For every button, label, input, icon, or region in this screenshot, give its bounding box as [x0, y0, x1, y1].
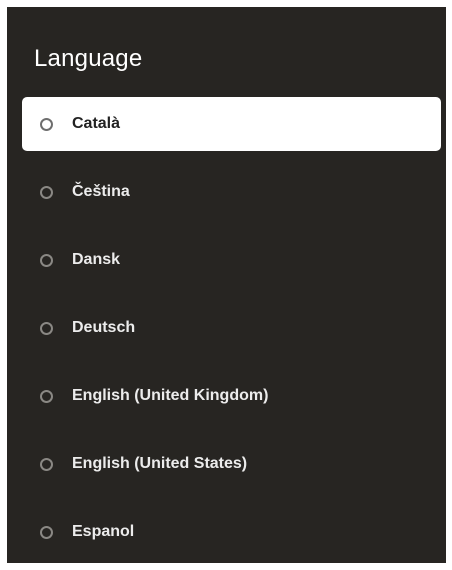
- language-settings-panel: Language Català Čeština Dansk Deutsch En…: [7, 7, 446, 563]
- radio-unselected-icon[interactable]: [40, 185, 53, 199]
- radio-unselected-icon[interactable]: [40, 253, 53, 267]
- language-option-english-us[interactable]: English (United States): [22, 437, 441, 491]
- radio-unselected-icon[interactable]: [40, 457, 53, 471]
- radio-unselected-icon[interactable]: [40, 389, 53, 403]
- language-option-label: Deutsch: [72, 319, 136, 336]
- radio-unselected-icon[interactable]: [40, 321, 53, 335]
- language-option-dansk[interactable]: Dansk: [22, 233, 441, 287]
- radio-unselected-icon[interactable]: [40, 117, 53, 131]
- language-option-label: Espanol: [72, 523, 135, 540]
- language-option-catala[interactable]: Català: [22, 97, 441, 151]
- language-option-espanol[interactable]: Espanol: [22, 505, 441, 559]
- language-list: Català Čeština Dansk Deutsch English (Un…: [22, 97, 441, 563]
- language-option-label: English (United States): [72, 455, 248, 472]
- language-option-label: Català: [72, 115, 121, 132]
- language-option-label: Čeština: [72, 183, 130, 200]
- language-option-deutsch[interactable]: Deutsch: [22, 301, 441, 355]
- radio-unselected-icon[interactable]: [40, 525, 53, 539]
- page-title: Language: [34, 45, 143, 72]
- language-option-english-uk[interactable]: English (United Kingdom): [22, 369, 441, 423]
- language-option-cestina[interactable]: Čeština: [22, 165, 441, 219]
- language-option-label: English (United Kingdom): [72, 387, 269, 404]
- language-option-label: Dansk: [72, 251, 121, 268]
